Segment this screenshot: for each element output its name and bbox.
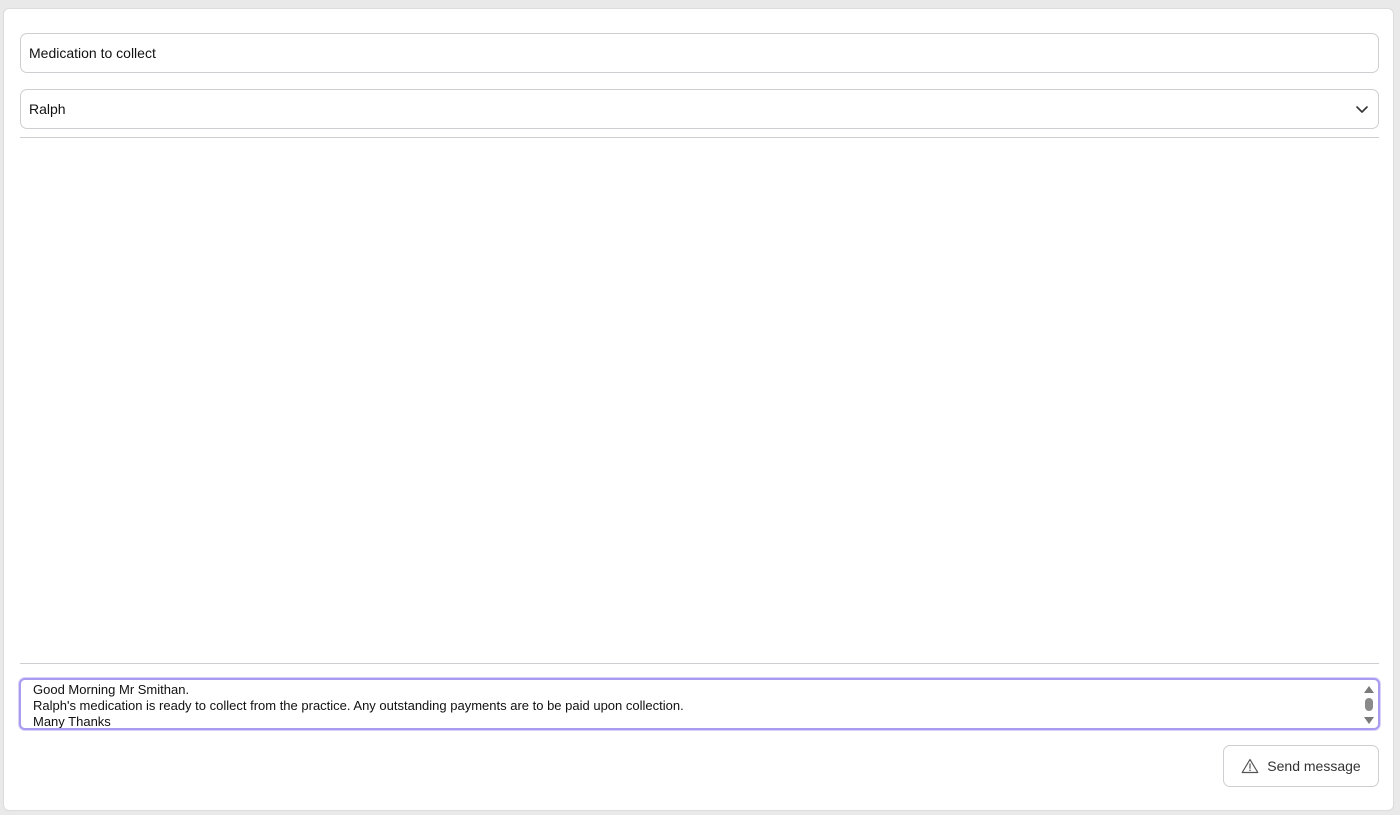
- pet-select[interactable]: Ralph: [20, 89, 1379, 129]
- message-line-3: Many Thanks: [33, 714, 111, 729]
- bottom-divider: [20, 663, 1379, 664]
- send-message-label: Send message: [1267, 758, 1361, 774]
- warning-triangle-icon: [1241, 758, 1259, 774]
- message-line-1: Good Morning Mr Smithan.: [33, 682, 190, 697]
- message-text: Good Morning Mr Smithan. Ralph's medicati…: [33, 682, 1356, 729]
- message-panel: Ralph Good Morning Mr Smithan.Ralph's me…: [3, 8, 1394, 811]
- chevron-down-icon: [1354, 101, 1370, 117]
- scroll-thumb[interactable]: [1365, 698, 1373, 711]
- scroll-up-arrow-icon[interactable]: [1364, 686, 1374, 693]
- scroll-down-arrow-icon[interactable]: [1364, 717, 1374, 724]
- pet-select-value: Ralph: [29, 101, 66, 117]
- subject-input[interactable]: [20, 33, 1379, 73]
- send-message-button[interactable]: Send message: [1223, 745, 1379, 787]
- message-textarea[interactable]: Good Morning Mr Smithan. Ralph's medicati…: [19, 678, 1380, 730]
- message-line-2: Ralph's medication is ready to collect f…: [33, 698, 684, 713]
- message-thread-area: [20, 138, 1379, 663]
- textarea-scrollbar[interactable]: [1362, 682, 1376, 726]
